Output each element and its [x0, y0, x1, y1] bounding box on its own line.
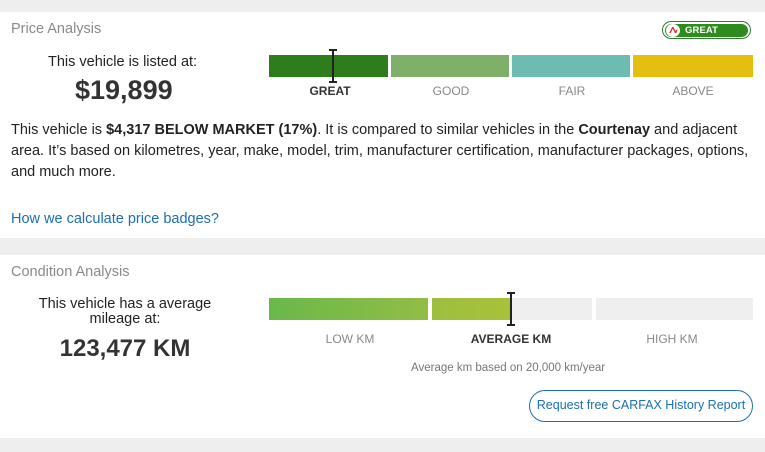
- price-segment-above: [633, 55, 753, 77]
- condition-analysis-title: Condition Analysis: [11, 264, 130, 280]
- mileage-label: This vehicle has a average mileage at:: [38, 296, 212, 327]
- request-carfax-report-button[interactable]: Request free CARFAX History Report: [529, 390, 753, 422]
- carfax-logo-icon: [666, 23, 680, 37]
- condition-analysis-card: Condition Analysis This vehicle has a av…: [0, 255, 765, 438]
- price-segment-good: [391, 55, 509, 77]
- price-analysis-title: Price Analysis: [11, 21, 102, 37]
- price-label-good: GOOD: [432, 84, 470, 98]
- mileage-label-high: HIGH KM: [646, 332, 698, 346]
- mileage-segment-average-fill: [432, 298, 512, 320]
- listed-at-label: This vehicle is listed at:: [48, 54, 198, 70]
- mileage-segment-high: [596, 298, 753, 320]
- mileage-basis-note: Average km based on 20,000 km/year: [411, 362, 606, 374]
- price-label-above: ABOVE: [672, 84, 714, 98]
- price-badges-help-link[interactable]: How we calculate price badges?: [11, 211, 219, 227]
- listed-price: $19,899: [75, 75, 173, 105]
- great-price-badge: GREAT PRICE: [662, 21, 751, 39]
- mileage-label-low: LOW KM: [325, 332, 375, 346]
- mileage-segment-low: [269, 298, 428, 320]
- price-label-great: GREAT: [309, 84, 351, 98]
- mileage-value: 123,477 KM: [59, 335, 191, 362]
- price-description: This vehicle is $4,317 BELOW MARKET (17%…: [11, 122, 749, 180]
- price-segment-great: [269, 55, 388, 77]
- mileage-label-average: AVERAGE KM: [470, 332, 552, 346]
- location-name: Courtenay: [578, 122, 651, 138]
- price-analysis-card: Price Analysis GREAT PRICE This vehicle …: [0, 12, 765, 238]
- mileage-segment-average-empty: [512, 298, 592, 320]
- below-market-amount: $4,317 BELOW MARKET (17%): [106, 122, 318, 138]
- price-segment-fair: [512, 55, 630, 77]
- price-label-fair: FAIR: [558, 84, 586, 98]
- badge-label: GREAT PRICE: [685, 24, 719, 39]
